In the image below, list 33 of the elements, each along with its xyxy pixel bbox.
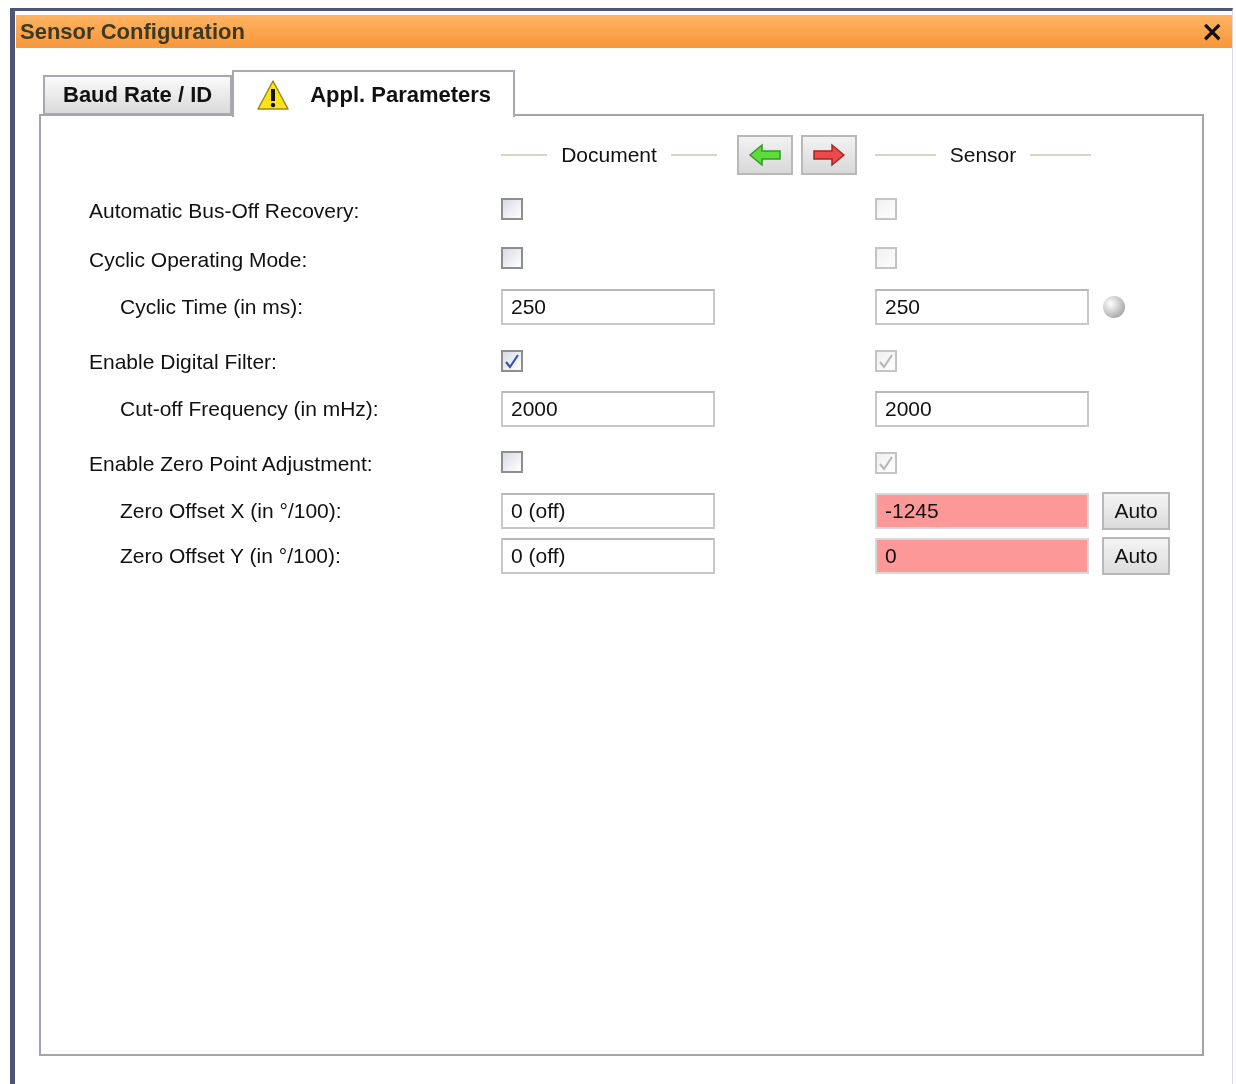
checkbox[interactable] <box>501 246 523 269</box>
left-arrow-icon <box>748 143 782 167</box>
field-label: Enable Digital Filter: <box>89 349 278 374</box>
copy-right-button[interactable] <box>801 135 857 175</box>
text-field[interactable]: 0 <box>875 537 1089 574</box>
copy-left-button[interactable] <box>737 135 793 175</box>
tab[interactable]: Appl. Parameters <box>232 70 516 117</box>
right-arrow-icon <box>812 143 846 167</box>
window-title: Sensor Configuration <box>20 18 245 45</box>
text-field[interactable]: 0 (off) <box>501 492 715 529</box>
checkbox[interactable] <box>501 197 523 220</box>
text-field[interactable]: 250 <box>501 288 715 325</box>
field-label: Automatic Bus-Off Recovery: <box>89 198 361 223</box>
field-label: Zero Offset Y (in °/100): <box>119 543 342 568</box>
auto-button[interactable]: Auto <box>1102 536 1170 575</box>
text-field[interactable]: 0 (off) <box>501 537 715 574</box>
field-label: Cut-off Frequency (in mHz): <box>119 396 380 421</box>
close-button[interactable]: × <box>1200 17 1224 46</box>
auto-button[interactable]: Auto <box>1102 491 1170 530</box>
checkbox[interactable] <box>501 450 523 473</box>
text-field[interactable]: -1245 <box>875 492 1089 529</box>
field-label: Cyclic Time (in ms): <box>119 294 305 319</box>
text-field[interactable]: 250 <box>875 288 1089 325</box>
field-label: Cyclic Operating Mode: <box>89 247 309 272</box>
column-heading: Sensor <box>949 143 1017 167</box>
field-label: Zero Offset X (in °/100): <box>119 498 343 523</box>
field-label: Enable Zero Point Adjustment: <box>89 451 374 476</box>
text-field[interactable]: 2000 <box>501 390 715 427</box>
tab[interactable]: Baud Rate / ID <box>43 75 233 115</box>
warning-icon <box>256 78 291 111</box>
checkbox[interactable] <box>501 350 523 372</box>
column-heading: Document <box>561 143 657 167</box>
text-field[interactable]: 2000 <box>875 390 1089 427</box>
